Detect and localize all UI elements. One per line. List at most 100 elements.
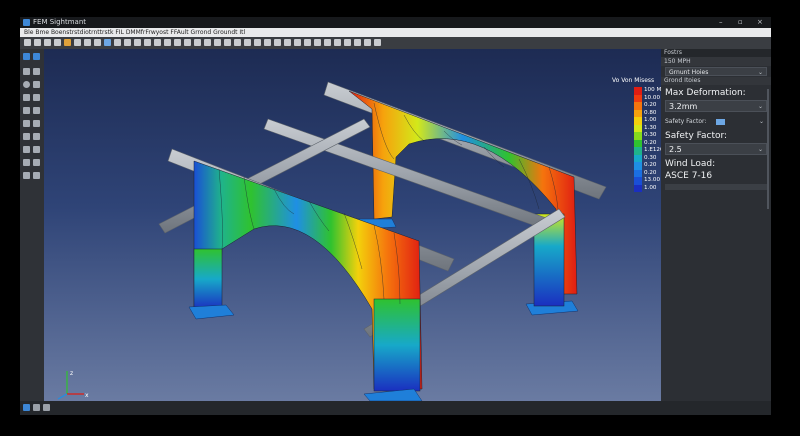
home-icon[interactable] bbox=[23, 404, 30, 411]
copy-tool-icon[interactable] bbox=[33, 81, 40, 88]
toolbar-tool-icon[interactable] bbox=[254, 39, 261, 46]
toolbar-tool-icon[interactable] bbox=[124, 39, 131, 46]
toolbar-tool-icon[interactable] bbox=[224, 39, 231, 46]
toolbar-tool-icon[interactable] bbox=[94, 39, 101, 46]
legend-label: 0.20 bbox=[644, 139, 657, 146]
toolbar-tool-icon[interactable] bbox=[354, 39, 361, 46]
toolbar-tool-icon[interactable] bbox=[274, 39, 281, 46]
toolbar-tool-icon[interactable] bbox=[54, 39, 61, 46]
legend-label: 1.E1200 bbox=[644, 147, 661, 153]
legend-label: 0.20 bbox=[644, 162, 657, 168]
ground-select[interactable]: Grnunt Hoies ⌄ bbox=[665, 67, 767, 76]
legend-label: 1.00 bbox=[644, 184, 657, 191]
close-icon[interactable]: × bbox=[757, 17, 763, 28]
toolbar-tool-icon[interactable] bbox=[374, 39, 381, 46]
toolbar-tool-icon[interactable] bbox=[294, 39, 301, 46]
toolbar-tool-icon[interactable] bbox=[174, 39, 181, 46]
toolbar-tool-icon[interactable] bbox=[324, 39, 331, 46]
rotate-tool-icon[interactable] bbox=[33, 94, 40, 101]
legend-label: 0.80 bbox=[644, 109, 657, 116]
toolbar-tool-icon[interactable] bbox=[144, 39, 151, 46]
toolbar-tool-icon[interactable] bbox=[264, 39, 271, 46]
toolbar-tool-icon[interactable] bbox=[344, 39, 351, 46]
legend-label: 0.30 bbox=[644, 154, 657, 161]
wind-load-label: Wind Load: bbox=[665, 159, 716, 169]
panel-scrollbar[interactable] bbox=[767, 89, 769, 209]
max-deformation-value: 3.2mm bbox=[669, 102, 698, 111]
menu-bar[interactable]: Ble Bme Boenstrstdiotrnttrstk FIL DMMfrF… bbox=[20, 28, 771, 37]
load-tool-icon[interactable] bbox=[33, 120, 40, 127]
toolbar-tool-icon[interactable] bbox=[194, 39, 201, 46]
app-icon bbox=[23, 19, 30, 26]
grid-tool-icon[interactable] bbox=[33, 68, 40, 75]
safety-factor-select[interactable]: 2.5 ⌄ bbox=[665, 143, 767, 155]
beam-tool-icon[interactable] bbox=[23, 120, 30, 127]
toolbar-tool-icon[interactable] bbox=[334, 39, 341, 46]
toolbar-tool-icon[interactable] bbox=[184, 39, 191, 46]
ground-select-value: Grnunt Hoies bbox=[669, 69, 709, 76]
toolbar-tool-icon[interactable] bbox=[104, 39, 111, 46]
pointer-tool-icon[interactable] bbox=[33, 53, 40, 60]
panel-slider[interactable] bbox=[665, 184, 767, 190]
toolbar-tool-icon[interactable] bbox=[24, 39, 31, 46]
wind-speed-value: 150 MPH bbox=[661, 57, 771, 66]
svg-text:z: z bbox=[70, 370, 73, 377]
toolbar-tool-icon[interactable] bbox=[204, 39, 211, 46]
toolbar-tool-icon[interactable] bbox=[44, 39, 51, 46]
select-tool-icon[interactable] bbox=[23, 53, 30, 60]
settings-tool-icon[interactable] bbox=[23, 172, 30, 179]
legend-swatch bbox=[634, 177, 642, 185]
legend-label: 0.20 bbox=[644, 102, 657, 108]
grid-icon[interactable] bbox=[33, 404, 40, 411]
results-tool-icon[interactable] bbox=[33, 172, 40, 179]
legend-label: 10.00 bbox=[644, 94, 661, 101]
minimize-icon[interactable]: – bbox=[719, 17, 723, 28]
toolbar-tool-icon[interactable] bbox=[234, 39, 241, 46]
mesh-tool-icon[interactable] bbox=[23, 107, 30, 114]
toolbar-tool-icon[interactable] bbox=[304, 39, 311, 46]
tag-tool-icon[interactable] bbox=[33, 146, 40, 153]
material-tool-icon[interactable] bbox=[23, 146, 30, 153]
3d-viewport[interactable]: z x Vo Von Misess 100 MP10.000.200.801.0… bbox=[44, 49, 661, 401]
toolbar-tool-icon[interactable] bbox=[244, 39, 251, 46]
legend-swatch bbox=[634, 169, 642, 177]
legend-swatch bbox=[634, 147, 642, 155]
menu-items[interactable]: Ble Bme Boenstrstdiotrnttrstk FIL DMMfrF… bbox=[24, 29, 245, 36]
legend-swatch bbox=[634, 109, 642, 117]
snap-icon[interactable] bbox=[43, 404, 50, 411]
toolbar-tool-icon[interactable] bbox=[84, 39, 91, 46]
layers-tool-icon[interactable] bbox=[23, 159, 30, 166]
view-tool-icon[interactable] bbox=[33, 159, 40, 166]
legend-swatch bbox=[634, 94, 642, 102]
sphere-tool-icon[interactable] bbox=[23, 81, 30, 88]
measure-tool-icon[interactable] bbox=[33, 107, 40, 114]
left-tool-palette bbox=[20, 49, 44, 401]
toolbar-tool-icon[interactable] bbox=[314, 39, 321, 46]
pen-tool-icon[interactable] bbox=[33, 133, 40, 140]
legend-swatch bbox=[634, 102, 642, 110]
svg-text:x: x bbox=[85, 392, 89, 399]
toolbar-tool-icon[interactable] bbox=[164, 39, 171, 46]
legend-label: 1.00 bbox=[644, 117, 657, 123]
chevron-down-icon: ⌄ bbox=[757, 69, 763, 76]
toolbar-tool-icon[interactable] bbox=[284, 39, 291, 46]
toolbar-tool-icon[interactable] bbox=[64, 39, 71, 46]
legend-title: Vo Von Misess bbox=[612, 77, 655, 84]
toolbar-tool-icon[interactable] bbox=[114, 39, 121, 46]
toolbar-tool-icon[interactable] bbox=[154, 39, 161, 46]
max-deformation-select[interactable]: 3.2mm ⌄ bbox=[665, 100, 767, 112]
node-tool-icon[interactable] bbox=[23, 94, 30, 101]
title-bar: FEM Sightmant – ▫ × bbox=[20, 17, 771, 28]
maximize-icon[interactable]: ▫ bbox=[738, 17, 743, 28]
toolbar-tool-icon[interactable] bbox=[364, 39, 371, 46]
support-tool-icon[interactable] bbox=[23, 133, 30, 140]
safety-factor-mini-row[interactable]: Safety Factor: ⌄ bbox=[665, 117, 767, 127]
legend-label: 100 MP bbox=[644, 87, 661, 93]
frame-tool-icon[interactable] bbox=[23, 68, 30, 75]
toolbar-tool-icon[interactable] bbox=[214, 39, 221, 46]
toolbar-tool-icon[interactable] bbox=[74, 39, 81, 46]
legend-swatch bbox=[634, 154, 642, 162]
toolbar-tool-icon[interactable] bbox=[134, 39, 141, 46]
wind-load-value: ASCE 7-16 bbox=[665, 171, 713, 181]
toolbar-tool-icon[interactable] bbox=[34, 39, 41, 46]
